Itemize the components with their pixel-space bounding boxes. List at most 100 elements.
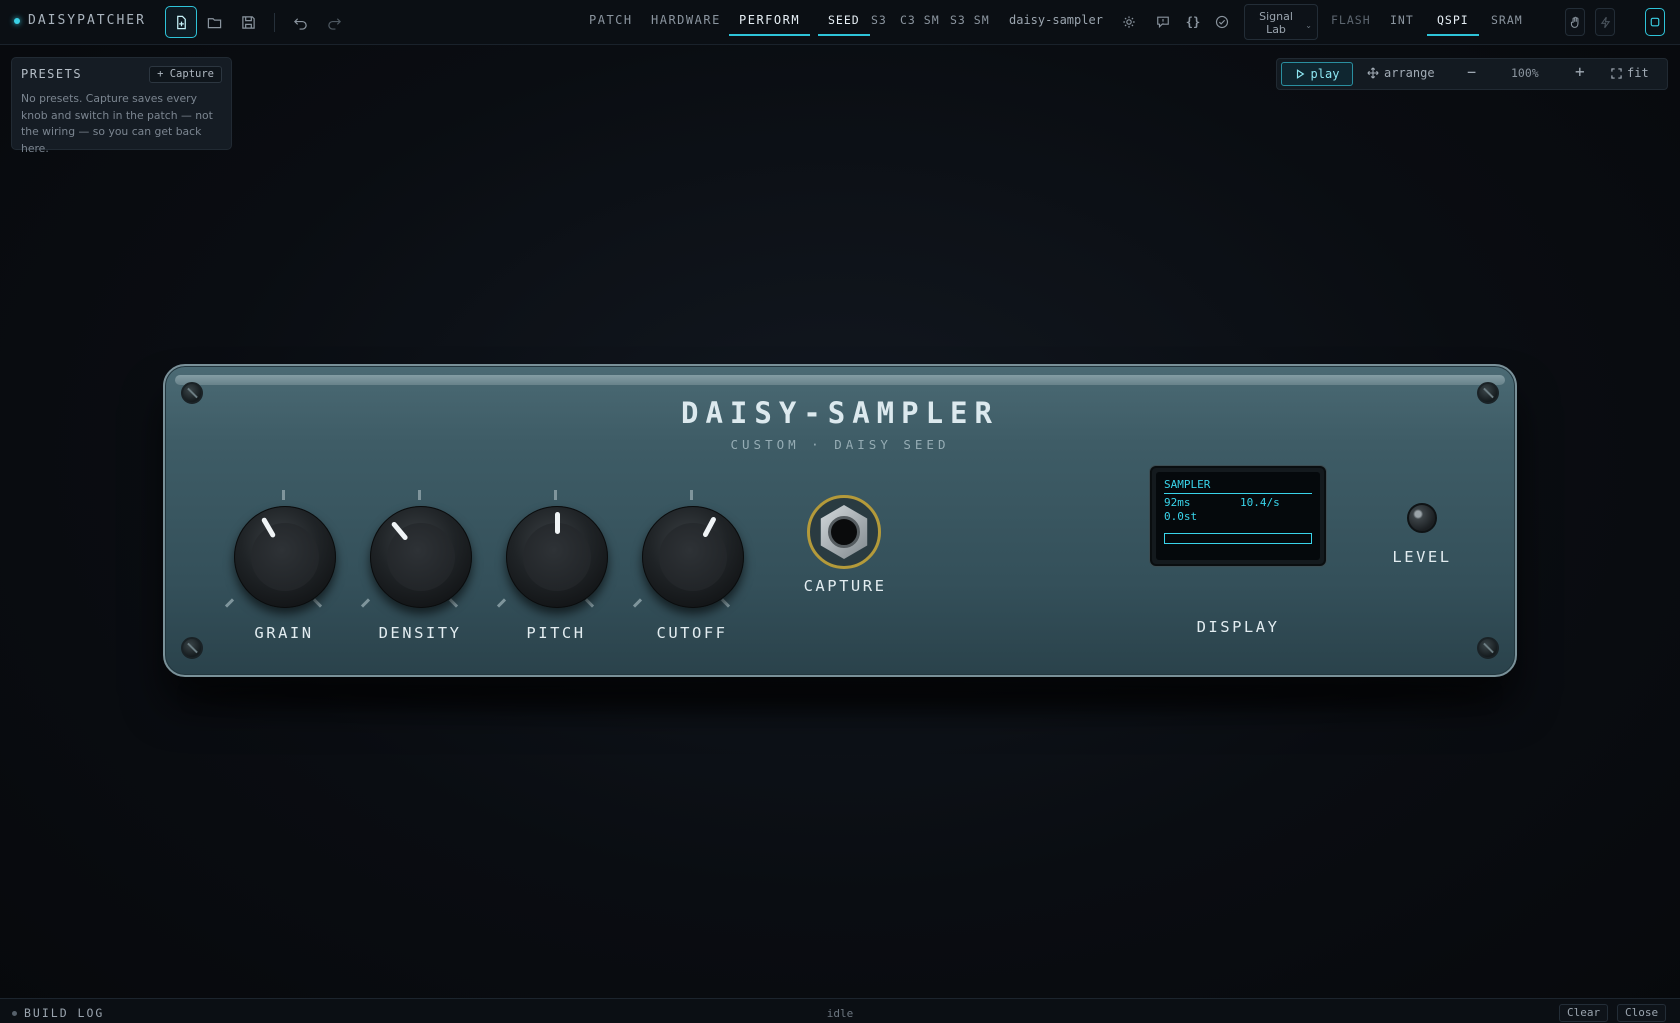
- zoom-level: 100%: [1511, 66, 1539, 80]
- board-c3-sm[interactable]: C3 SM: [900, 13, 940, 27]
- close-log-button[interactable]: Close: [1617, 1004, 1667, 1022]
- plus-icon: +: [1575, 62, 1585, 81]
- knob-tick: [312, 598, 323, 608]
- knob-pointer: [702, 516, 717, 538]
- fit-button[interactable]: fit: [1611, 66, 1649, 80]
- save-button[interactable]: [232, 6, 264, 38]
- display-screen-title: SAMPLER: [1164, 478, 1312, 494]
- comments-button[interactable]: [1154, 13, 1172, 31]
- zoom-in-button[interactable]: +: [1575, 62, 1585, 81]
- knob-grain[interactable]: GRAIN: [224, 490, 344, 660]
- memory-flash[interactable]: FLASH: [1331, 13, 1371, 27]
- device-subtitle: CUSTOM · DAISY SEED: [730, 437, 950, 452]
- capture-jack[interactable]: [807, 495, 881, 569]
- hand-button[interactable]: [1565, 8, 1585, 36]
- device-title: DAISY-SAMPLER: [681, 396, 999, 430]
- play-icon: [1296, 69, 1304, 79]
- knob-density[interactable]: DENSITY: [360, 490, 480, 660]
- knob-body[interactable]: [234, 506, 336, 608]
- build-log-bar: BUILD LOG idle Clear Close: [0, 998, 1680, 1023]
- memory-int[interactable]: INT: [1390, 13, 1414, 27]
- knob-tick: [360, 598, 371, 608]
- oled-screen: SAMPLER 92ms 10.4/s 0.0st: [1156, 472, 1320, 560]
- knob-tick: [418, 490, 421, 500]
- new-file-button[interactable]: [165, 6, 197, 38]
- undo-icon: [293, 17, 307, 30]
- knob-cutoff[interactable]: CUTOFF: [632, 490, 752, 660]
- knob-body[interactable]: [370, 506, 472, 608]
- hand-icon: [1570, 16, 1578, 28]
- display-density-value: 10.4/s: [1240, 496, 1280, 509]
- knob-tick: [632, 598, 643, 608]
- move-icon: [1367, 67, 1379, 79]
- lightning-icon: [1600, 16, 1610, 28]
- device-button[interactable]: [1645, 8, 1665, 36]
- play-label: play: [1310, 67, 1340, 81]
- board-seed[interactable]: SEED: [818, 13, 870, 36]
- tab-patch[interactable]: PATCH: [589, 13, 633, 27]
- chevron-down-icon: ⌄: [1305, 21, 1312, 30]
- jack-nut-icon: [820, 505, 868, 559]
- validate-button[interactable]: [1213, 13, 1231, 31]
- knob-tick: [282, 490, 285, 500]
- code-button[interactable]: {}: [1184, 13, 1202, 31]
- knob-tick: [720, 598, 731, 608]
- knob-tick: [496, 598, 507, 608]
- display-pitch-value: 0.0st: [1164, 510, 1198, 523]
- knob-tick: [554, 490, 557, 500]
- display-grain-value: 92ms: [1164, 496, 1191, 509]
- folder-icon: [207, 17, 221, 28]
- knob-body[interactable]: [506, 506, 608, 608]
- clear-log-button[interactable]: Clear: [1559, 1004, 1609, 1022]
- display-label: DISPLAY: [1196, 618, 1280, 636]
- flash-button[interactable]: [1595, 8, 1615, 36]
- knob-tick: [690, 490, 693, 500]
- redo-button[interactable]: [318, 6, 350, 38]
- capture-jack-label: CAPTURE: [803, 577, 887, 595]
- braces-icon: {}: [1185, 15, 1201, 29]
- build-status: idle: [826, 1007, 854, 1020]
- sun-icon: [1123, 16, 1135, 28]
- fit-label: fit: [1627, 66, 1649, 80]
- play-button[interactable]: play: [1281, 62, 1353, 86]
- check-circle-icon: [1215, 15, 1229, 29]
- knob-tick: [584, 598, 595, 608]
- theme-button[interactable]: [1120, 13, 1138, 31]
- arrange-button[interactable]: arrange: [1367, 66, 1435, 80]
- capture-preset-button[interactable]: + Capture: [149, 66, 222, 83]
- open-folder-button[interactable]: [198, 6, 230, 38]
- lab-select-line1: Signal: [1259, 10, 1293, 23]
- knob-pitch[interactable]: PITCH: [496, 490, 616, 660]
- device-panel: DAISY-SAMPLER CUSTOM · DAISY SEED GRAIN …: [163, 364, 1517, 677]
- top-bar: DAISYPATCHER PATCH HARDWARE PERFORM SEED…: [0, 0, 1680, 45]
- memory-sram[interactable]: SRAM: [1491, 13, 1523, 27]
- tab-hardware[interactable]: HARDWARE: [651, 13, 721, 27]
- knob-tick: [224, 598, 235, 608]
- jack-hole: [828, 516, 860, 548]
- display-row: 92ms 10.4/s: [1164, 496, 1312, 510]
- app-name: DAISYPATCHER: [28, 13, 146, 28]
- device-shadow: [190, 680, 1490, 710]
- comment-icon: [1157, 16, 1169, 29]
- level-led: [1407, 503, 1437, 533]
- undo-button[interactable]: [284, 6, 316, 38]
- board-s3[interactable]: S3: [871, 13, 887, 27]
- screw-icon: [181, 637, 203, 659]
- save-icon: [241, 15, 255, 29]
- presets-empty-text: No presets. Capture saves every knob and…: [21, 92, 213, 155]
- lab-select[interactable]: Signal Lab ⌄: [1244, 4, 1318, 40]
- chip-icon: [1650, 17, 1660, 27]
- knob-pointer: [390, 520, 409, 541]
- display-level-bar: [1164, 533, 1312, 544]
- knob-body[interactable]: [642, 506, 744, 608]
- fit-icon: [1611, 67, 1622, 79]
- knob-pointer: [260, 516, 277, 539]
- project-name[interactable]: daisy-sampler: [1009, 13, 1103, 27]
- knob-pointer: [555, 512, 560, 534]
- tab-perform[interactable]: PERFORM: [728, 13, 811, 36]
- memory-qspi[interactable]: QSPI: [1427, 13, 1479, 36]
- screw-icon: [1477, 637, 1499, 659]
- board-s3-sm[interactable]: S3 SM: [950, 13, 990, 27]
- zoom-out-button[interactable]: −: [1467, 63, 1476, 81]
- canvas-toolbar: play arrange − 100% + fit: [1276, 58, 1668, 90]
